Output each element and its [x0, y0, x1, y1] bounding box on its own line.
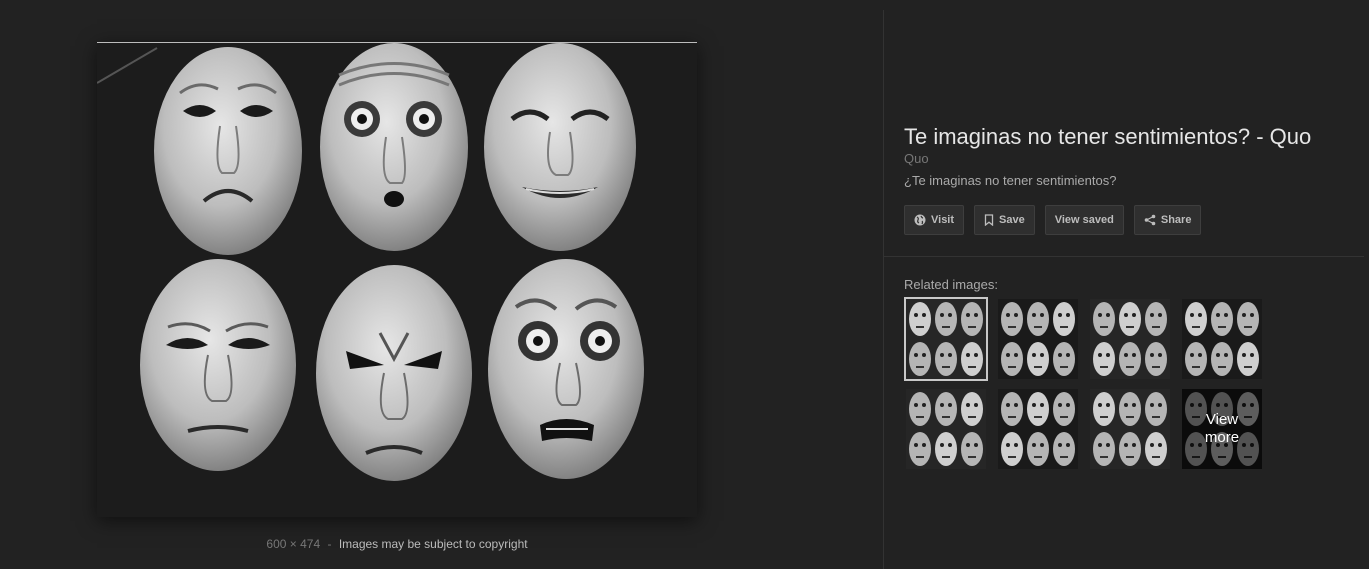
- save-label: Save: [999, 214, 1025, 226]
- related-images-grid: View more: [904, 297, 1262, 469]
- related-image-thumbnail[interactable]: [906, 389, 986, 469]
- globe-icon: [914, 214, 926, 226]
- masks-thumbnail-image: [998, 299, 1078, 379]
- action-buttons: Visit Save View saved Share: [904, 205, 1202, 235]
- masks-thumbnail-image: [1182, 299, 1262, 379]
- share-label: Share: [1160, 214, 1192, 226]
- view-more-line1: View: [1205, 411, 1239, 428]
- view-saved-label: View saved: [1054, 214, 1114, 226]
- masks-thumbnail-image: [1090, 389, 1170, 469]
- panel-divider: [883, 10, 884, 569]
- main-image[interactable]: [97, 42, 697, 517]
- masks-thumbnail-image: [906, 389, 986, 469]
- image-caption: 600 × 474 - Images may be subject to cop…: [0, 537, 794, 551]
- save-button[interactable]: Save: [974, 205, 1035, 235]
- share-icon: [1144, 214, 1156, 226]
- masks-thumbnail-image: [1090, 299, 1170, 379]
- visit-button[interactable]: Visit: [904, 205, 965, 235]
- view-more-thumbnail[interactable]: View more: [1182, 389, 1262, 469]
- copyright-link[interactable]: Images may be subject to copyright: [339, 537, 528, 551]
- related-image-thumbnail[interactable]: [1182, 299, 1262, 379]
- image-title[interactable]: Te imaginas no tener sentimientos? - Quo: [904, 124, 1311, 150]
- masks-thumbnail-image: [906, 299, 986, 379]
- related-image-thumbnail[interactable]: [1090, 299, 1170, 379]
- view-more-line2: more: [1204, 429, 1240, 446]
- visit-label: Visit: [931, 214, 955, 226]
- section-divider: [884, 256, 1364, 257]
- image-description: ¿Te imaginas no tener sentimientos?: [904, 173, 1117, 188]
- masks-photo: [97, 43, 697, 517]
- masks-thumbnail-image: [998, 389, 1078, 469]
- related-image-thumbnail[interactable]: [904, 297, 988, 381]
- related-images-label: Related images:: [904, 277, 998, 292]
- bookmark-icon: [984, 214, 994, 226]
- related-image-thumbnail[interactable]: [1090, 389, 1170, 469]
- view-saved-button[interactable]: View saved: [1044, 205, 1124, 235]
- share-button[interactable]: Share: [1133, 205, 1202, 235]
- view-more-overlay: View more: [1182, 389, 1262, 469]
- image-source[interactable]: Quo: [904, 151, 929, 166]
- related-image-thumbnail[interactable]: [998, 299, 1078, 379]
- related-image-thumbnail[interactable]: [998, 389, 1078, 469]
- caption-separator: -: [327, 537, 332, 551]
- image-dimensions: 600 × 474: [266, 537, 321, 551]
